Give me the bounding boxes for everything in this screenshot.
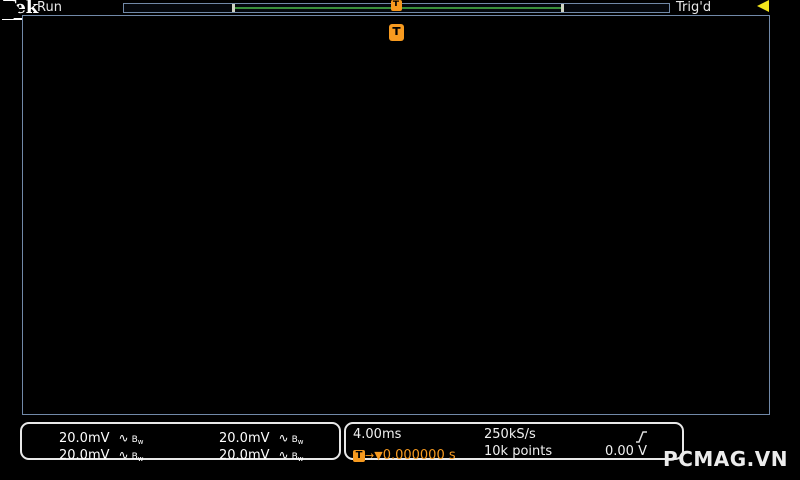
ch4-scale: 20.0mV [219,448,270,463]
ch3-scale: 20.0mV [59,448,110,463]
ch4-position-marker[interactable]: 4 [0,0,22,20]
time-scale-readout: 4.00ms [353,427,402,442]
display-window-bracket-right [561,4,564,12]
trigger-t-icon: T [353,450,365,462]
record-trigger-position-marker[interactable]: T [389,0,403,30]
trigger-delay-value: 0.000000 s [382,448,456,463]
ch2-readout[interactable]: 2 20.0mV ∿ Bw [189,427,304,446]
acquisition-status: Run [37,0,62,15]
down-arrow-icon [391,35,402,60]
ch1-ac-coupling-icon: ∿ [118,431,129,445]
ch4-marker-number: 4 [3,4,12,19]
rising-edge-slope-icon [636,431,648,443]
trigger-status: Trig'd [676,0,712,15]
trigger-level-arrow-icon[interactable] [757,0,769,12]
ch4-badge[interactable]: 4 [189,449,211,462]
ch3-ac-coupling-icon: ∿ [118,448,129,462]
pcmag-watermark: PCMAG.VN [663,447,788,471]
ch4-ac-coupling-icon: ∿ [278,448,289,462]
graticule-frame [22,15,770,415]
trigger-level-readout: 0.00 V [605,444,647,459]
ch4-readout[interactable]: 4 20.0mV ∿ Bw [189,444,304,463]
ch2-ac-coupling-icon: ∿ [278,431,289,445]
channel-readouts-box: 1 20.0mV ∿ Bw 2 20.0mV ∿ Bw 3 20.0mV ∿ Bw 4 20.0mV… [20,422,341,463]
ch3-bandwidth-limit-sub: w [137,455,144,463]
down-arrow-icon: ▼ [374,449,383,462]
horizontal-trigger-readouts-box: 4.00ms 250kS/s 1 T →▼0.000000 s 10k point… [344,422,684,463]
ch1-readout[interactable]: 1 20.0mV ∿ Bw [29,427,144,446]
ch4-bandwidth-limit-sub: w [297,455,304,463]
record-length-readout: 10k points [484,444,553,459]
ch3-badge[interactable]: 3 [29,449,51,462]
trigger-source-readout[interactable]: 1 [601,427,648,444]
ch3-readout[interactable]: 3 20.0mV ∿ Bw [29,444,144,463]
waveform-canvas [23,16,769,414]
sample-rate-readout: 250kS/s [484,427,536,442]
trigger-position-flag[interactable]: T [389,24,404,60]
oscilloscope-screen: Tek Run Trig'd T T 1 2 3 4 120.0mV∿Bw [0,0,800,480]
display-window-bracket-left [232,4,235,12]
right-arrow-icon: → [365,449,375,462]
trigger-delay-readout: T →▼0.000000 s [353,444,456,463]
